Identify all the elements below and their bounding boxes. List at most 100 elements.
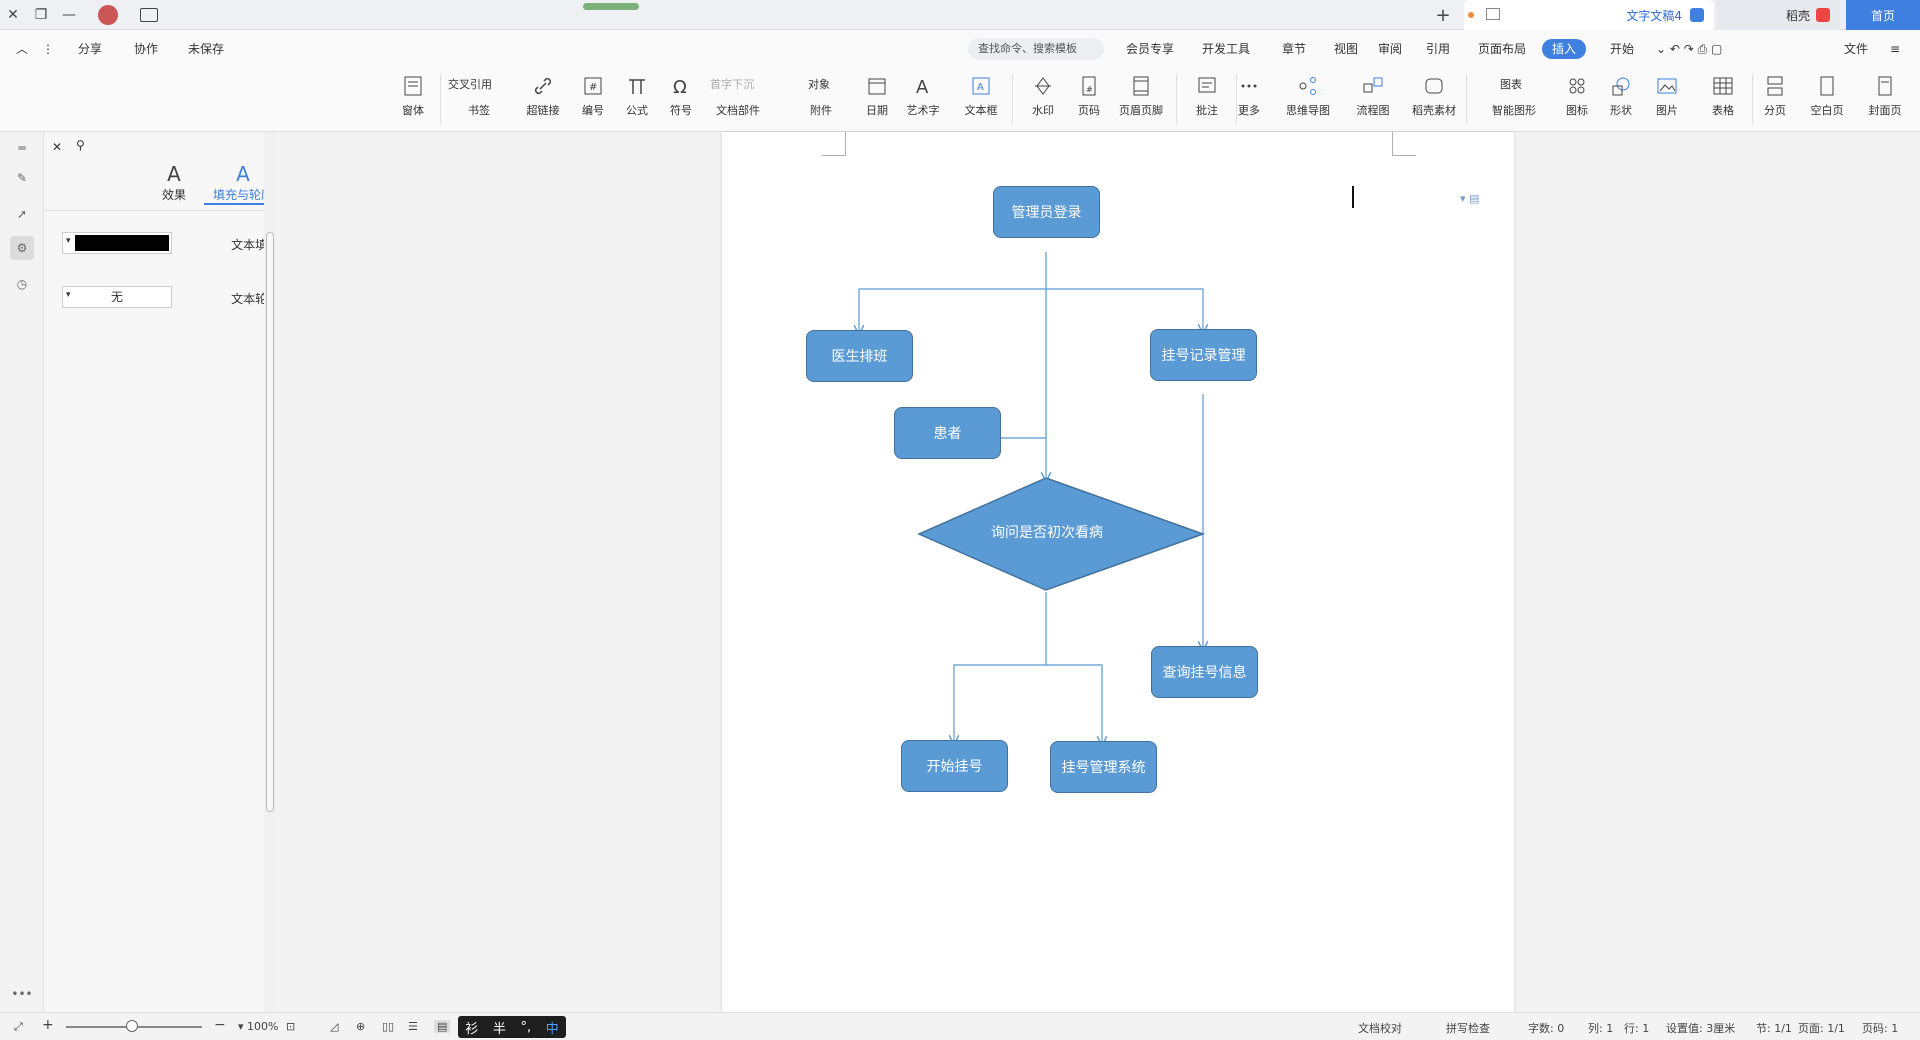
node-registration-records[interactable]: 挂号记录管理	[1150, 329, 1257, 381]
more-dots-icon[interactable]: •••	[10, 982, 34, 1006]
collaborate-button[interactable]: 协作	[128, 39, 164, 59]
more-button[interactable]: 更多	[1226, 72, 1272, 118]
menu-developer[interactable]: 开发工具	[1196, 39, 1256, 59]
menu-insert[interactable]: 插入	[1542, 39, 1587, 59]
date-button[interactable]: 日期	[854, 72, 900, 118]
close-window-icon[interactable]: ✕	[0, 0, 26, 30]
menu-review[interactable]: 审阅	[1372, 39, 1408, 59]
wordart-button[interactable]: A 艺术字	[900, 72, 946, 118]
share-button[interactable]: 分享	[72, 39, 108, 59]
new-tab-button[interactable]: +	[1430, 0, 1456, 30]
proofread-button[interactable]: 文档校对	[1358, 1020, 1402, 1036]
node-admin-login[interactable]: 管理员登录	[993, 186, 1100, 238]
style-brush-icon[interactable]: ✎	[10, 166, 34, 190]
input-method-bar[interactable]: 衫 半 °, 中	[458, 1016, 566, 1038]
fullscreen-icon[interactable]: ⤢	[14, 1020, 23, 1034]
node-patient[interactable]: 患者	[894, 407, 1001, 459]
avatar[interactable]	[98, 5, 118, 25]
material-button[interactable]: 稻壳素材	[1406, 72, 1462, 118]
tab-effects[interactable]: A 效果	[144, 162, 204, 203]
menu-page-layout[interactable]: 页面布局	[1472, 39, 1532, 59]
sidebar-toggle-icon[interactable]	[140, 8, 158, 22]
command-search-input[interactable]: 查找命令、搜索模板	[968, 38, 1104, 60]
document-page[interactable]: ▾ ▤ 管理员登录 医生排班 挂号记录管理 患者 询问是否初次看病 查询挂号信息…	[722, 132, 1514, 1012]
menu-section[interactable]: 章节	[1276, 39, 1312, 59]
page-number-button[interactable]: # 页码	[1066, 72, 1112, 118]
menu-references[interactable]: 引用	[1420, 39, 1456, 59]
properties-scrollbar[interactable]	[264, 132, 276, 1012]
screen-icon[interactable]	[1486, 8, 1500, 20]
header-footer-button[interactable]: 页眉页脚	[1118, 72, 1164, 118]
decision-label[interactable]: 询问是否初次看病	[952, 522, 1142, 542]
spell-check-button[interactable]: 拼写检查	[1446, 1020, 1490, 1036]
document-canvas[interactable]: ▾ ▤ 管理员登录 医生排班 挂号记录管理 患者 询问是否初次看病 查询挂号信息…	[276, 132, 1920, 1012]
quick-access-icons[interactable]: ⌄ ↶ ↷ ⎙ ▢	[1650, 39, 1728, 59]
text-fill-color-picker[interactable]	[62, 232, 172, 254]
select-pointer-icon[interactable]: ➚	[10, 202, 34, 226]
hamburger-icon[interactable]: ≡	[1884, 39, 1906, 59]
pin-icon[interactable]: ⚲	[76, 138, 85, 152]
scroll-thumb[interactable]	[266, 232, 274, 812]
zoom-level[interactable]: ▾ 100%	[238, 1020, 278, 1033]
blank-page-button[interactable]: 空白页	[1804, 72, 1850, 118]
bookmark-button[interactable]: 书签	[468, 102, 490, 118]
tab-document[interactable]: 文字文稿4	[1464, 0, 1714, 30]
form-button[interactable]: 窗体	[390, 72, 436, 118]
tab-home[interactable]: 首页	[1846, 0, 1920, 30]
tab-daoke[interactable]: 稻壳	[1716, 0, 1840, 30]
symbol-button[interactable]: Ω 符号	[658, 72, 704, 118]
icons-button[interactable]: 图标	[1554, 72, 1600, 118]
textbox-button[interactable]: A 文本框	[958, 72, 1004, 118]
picture-button[interactable]: 图片	[1644, 72, 1690, 118]
collapse-ribbon-icon[interactable]: ︿	[10, 39, 34, 59]
unsaved-status[interactable]: 未保存	[182, 39, 230, 59]
outline-view-icon[interactable]: ☰	[408, 1020, 418, 1033]
history-icon[interactable]: ◷	[10, 272, 34, 296]
word-count[interactable]: 字数: 0	[1528, 1020, 1564, 1036]
mindmap-button[interactable]: 思维导图	[1280, 72, 1336, 118]
document-parts-button[interactable]: 文档部件	[716, 102, 760, 118]
shape-button[interactable]: 形状	[1598, 72, 1644, 118]
read-mode-icon[interactable]: ▯▯	[382, 1020, 394, 1033]
node-query-info[interactable]: 查询挂号信息	[1151, 646, 1258, 698]
hyperlink-button[interactable]: 超链接	[520, 72, 566, 118]
ime-skin-icon[interactable]: 衫	[465, 1018, 478, 1037]
web-view-icon[interactable]: ⊕	[356, 1020, 365, 1033]
smart-art-button[interactable]: 智能图形	[1492, 102, 1536, 118]
window-drag-handle[interactable]	[583, 3, 639, 10]
first-letter-drop-button[interactable]: 首字下沉	[710, 76, 754, 92]
chart-button[interactable]: 图表	[1500, 76, 1522, 92]
more-menu-icon[interactable]: ⋮	[36, 39, 60, 59]
zoom-out-button[interactable]: −	[214, 1017, 226, 1033]
ruler-icon[interactable]: ◿	[330, 1020, 338, 1033]
object-button[interactable]: 对象	[808, 76, 830, 92]
node-start-register[interactable]: 开始挂号	[901, 740, 1008, 792]
ime-half-width[interactable]: 半	[493, 1018, 506, 1037]
fit-page-icon[interactable]: ⊡	[286, 1020, 295, 1033]
page-view-icon[interactable]: ▤	[434, 1020, 451, 1033]
close-panel-icon[interactable]: ✕	[52, 140, 62, 154]
formula-button[interactable]: 公式	[614, 72, 660, 118]
page-break-button[interactable]: 分页	[1752, 72, 1798, 118]
flowchart-button[interactable]: 流程图	[1346, 72, 1400, 118]
properties-sliders-icon[interactable]: ⚙	[10, 236, 34, 260]
table-button[interactable]: 表格	[1700, 72, 1746, 118]
menu-member[interactable]: 会员专享	[1120, 39, 1180, 59]
restore-window-icon[interactable]: ❐	[28, 0, 54, 30]
cover-page-button[interactable]: 封面页	[1862, 72, 1908, 118]
numbering-button[interactable]: # 编号	[570, 72, 616, 118]
ime-punctuation[interactable]: °,	[520, 1020, 531, 1035]
watermark-button[interactable]: 水印	[1020, 72, 1066, 118]
menu-view[interactable]: 视图	[1328, 39, 1364, 59]
text-outline-select[interactable]: 无	[62, 286, 172, 308]
zoom-slider-thumb[interactable]	[126, 1020, 138, 1032]
attachment-button[interactable]: 附件	[810, 102, 832, 118]
zoom-in-button[interactable]: +	[42, 1017, 54, 1033]
cross-reference-button[interactable]: 交叉引用	[448, 76, 492, 92]
file-menu[interactable]: 文件	[1838, 39, 1874, 59]
node-doctor-schedule[interactable]: 医生排班	[806, 330, 913, 382]
minimize-window-icon[interactable]: —	[56, 0, 82, 30]
comment-button[interactable]: 批注	[1184, 72, 1230, 118]
ime-chinese-mode[interactable]: 中	[546, 1018, 559, 1037]
node-registration-system[interactable]: 挂号管理系统	[1050, 741, 1157, 793]
